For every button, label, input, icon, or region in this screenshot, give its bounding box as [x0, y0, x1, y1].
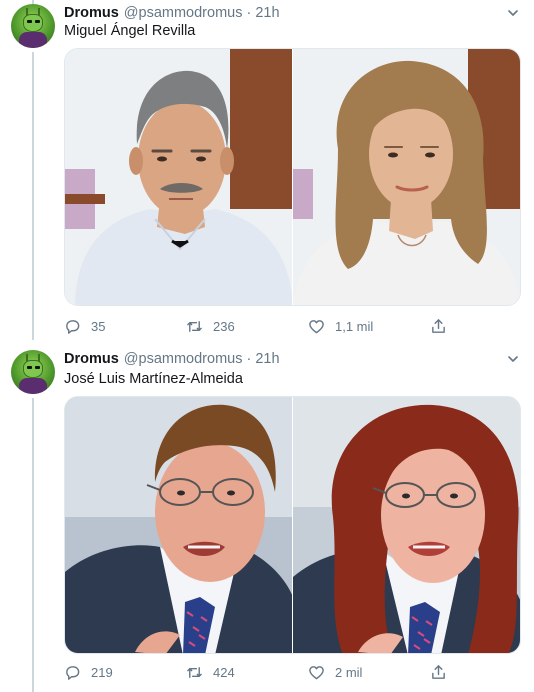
- tweet-header: Dromus @psammodromus · 21h: [64, 4, 280, 22]
- avatar[interactable]: [11, 4, 55, 48]
- reply-icon: [66, 319, 80, 334]
- photo-original[interactable]: [65, 49, 292, 305]
- reply-count: 35: [91, 318, 106, 334]
- like-count: 2 mil: [335, 664, 363, 680]
- retweet-button[interactable]: 236: [186, 318, 235, 335]
- share-icon: [432, 664, 445, 679]
- reply-button[interactable]: 35: [64, 318, 105, 335]
- tweet-media[interactable]: [64, 396, 521, 654]
- tweet-actions: 219 424 2 mil: [64, 662, 454, 682]
- timestamp[interactable]: 21h: [255, 5, 279, 21]
- share-icon: [432, 318, 445, 333]
- share-button[interactable]: [430, 664, 457, 681]
- retweet-icon: [187, 666, 202, 678]
- photo-gender-swapped[interactable]: [293, 397, 520, 653]
- timestamp[interactable]: 21h: [255, 351, 279, 367]
- user-handle[interactable]: @psammodromus: [124, 351, 243, 367]
- separator-dot: ·: [246, 351, 252, 367]
- retweet-button[interactable]: 424: [186, 664, 235, 681]
- heart-icon: [309, 665, 324, 679]
- tweet-text: Miguel Ángel Revilla: [64, 23, 196, 39]
- photo-original[interactable]: [65, 397, 292, 653]
- tweet-text: José Luis Martínez-Almeida: [64, 371, 243, 387]
- heart-icon: [309, 319, 324, 333]
- tweet-media[interactable]: [64, 48, 521, 306]
- user-handle[interactable]: @psammodromus: [124, 5, 243, 21]
- tweet[interactable]: Dromus @psammodromus · 21h José Luis Mar…: [0, 346, 534, 692]
- like-button[interactable]: 1,1 mil: [308, 318, 373, 335]
- chevron-down-icon[interactable]: [506, 6, 520, 20]
- retweet-count: 424: [213, 664, 235, 680]
- reply-count: 219: [91, 664, 113, 680]
- chevron-down-icon[interactable]: [506, 352, 520, 366]
- separator-dot: ·: [246, 5, 252, 21]
- like-count: 1,1 mil: [335, 318, 374, 334]
- tweet-header: Dromus @psammodromus · 21h: [64, 350, 280, 368]
- photo-gender-swapped[interactable]: [293, 49, 520, 305]
- tweet[interactable]: Dromus @psammodromus · 21h Miguel Ángel …: [0, 0, 534, 345]
- retweet-icon: [187, 320, 202, 332]
- reply-icon: [66, 665, 80, 680]
- like-button[interactable]: 2 mil: [308, 664, 362, 681]
- avatar[interactable]: [11, 350, 55, 394]
- retweet-count: 236: [213, 318, 235, 334]
- share-button[interactable]: [430, 318, 457, 335]
- user-display-name[interactable]: Dromus: [64, 5, 119, 21]
- tweet-actions: 35 236 1,1 mil: [64, 316, 454, 336]
- reply-button[interactable]: 219: [64, 664, 113, 681]
- user-display-name[interactable]: Dromus: [64, 351, 119, 367]
